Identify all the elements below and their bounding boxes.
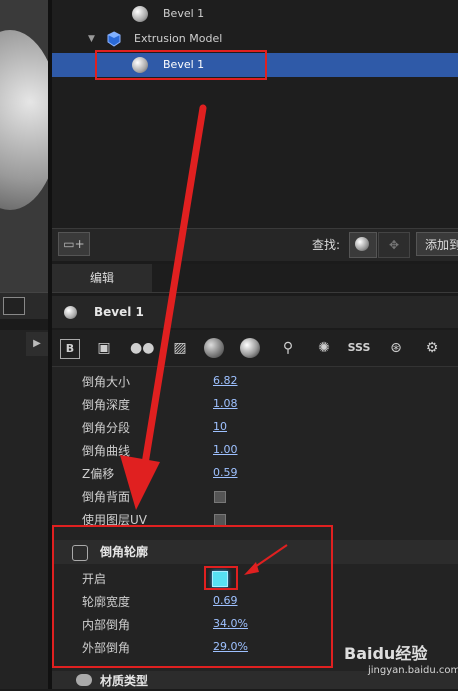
annotation-arrows — [120, 104, 288, 575]
watermark-logo: Baidu经验 — [344, 644, 428, 663]
annotation-arrow-small — [251, 544, 288, 570]
watermark-url: jingyan.baidu.com — [368, 665, 458, 676]
annotation-arrowhead-main — [120, 455, 160, 510]
annotation-arrowhead-small — [244, 562, 259, 575]
annotation-arrow-main — [140, 104, 207, 474]
